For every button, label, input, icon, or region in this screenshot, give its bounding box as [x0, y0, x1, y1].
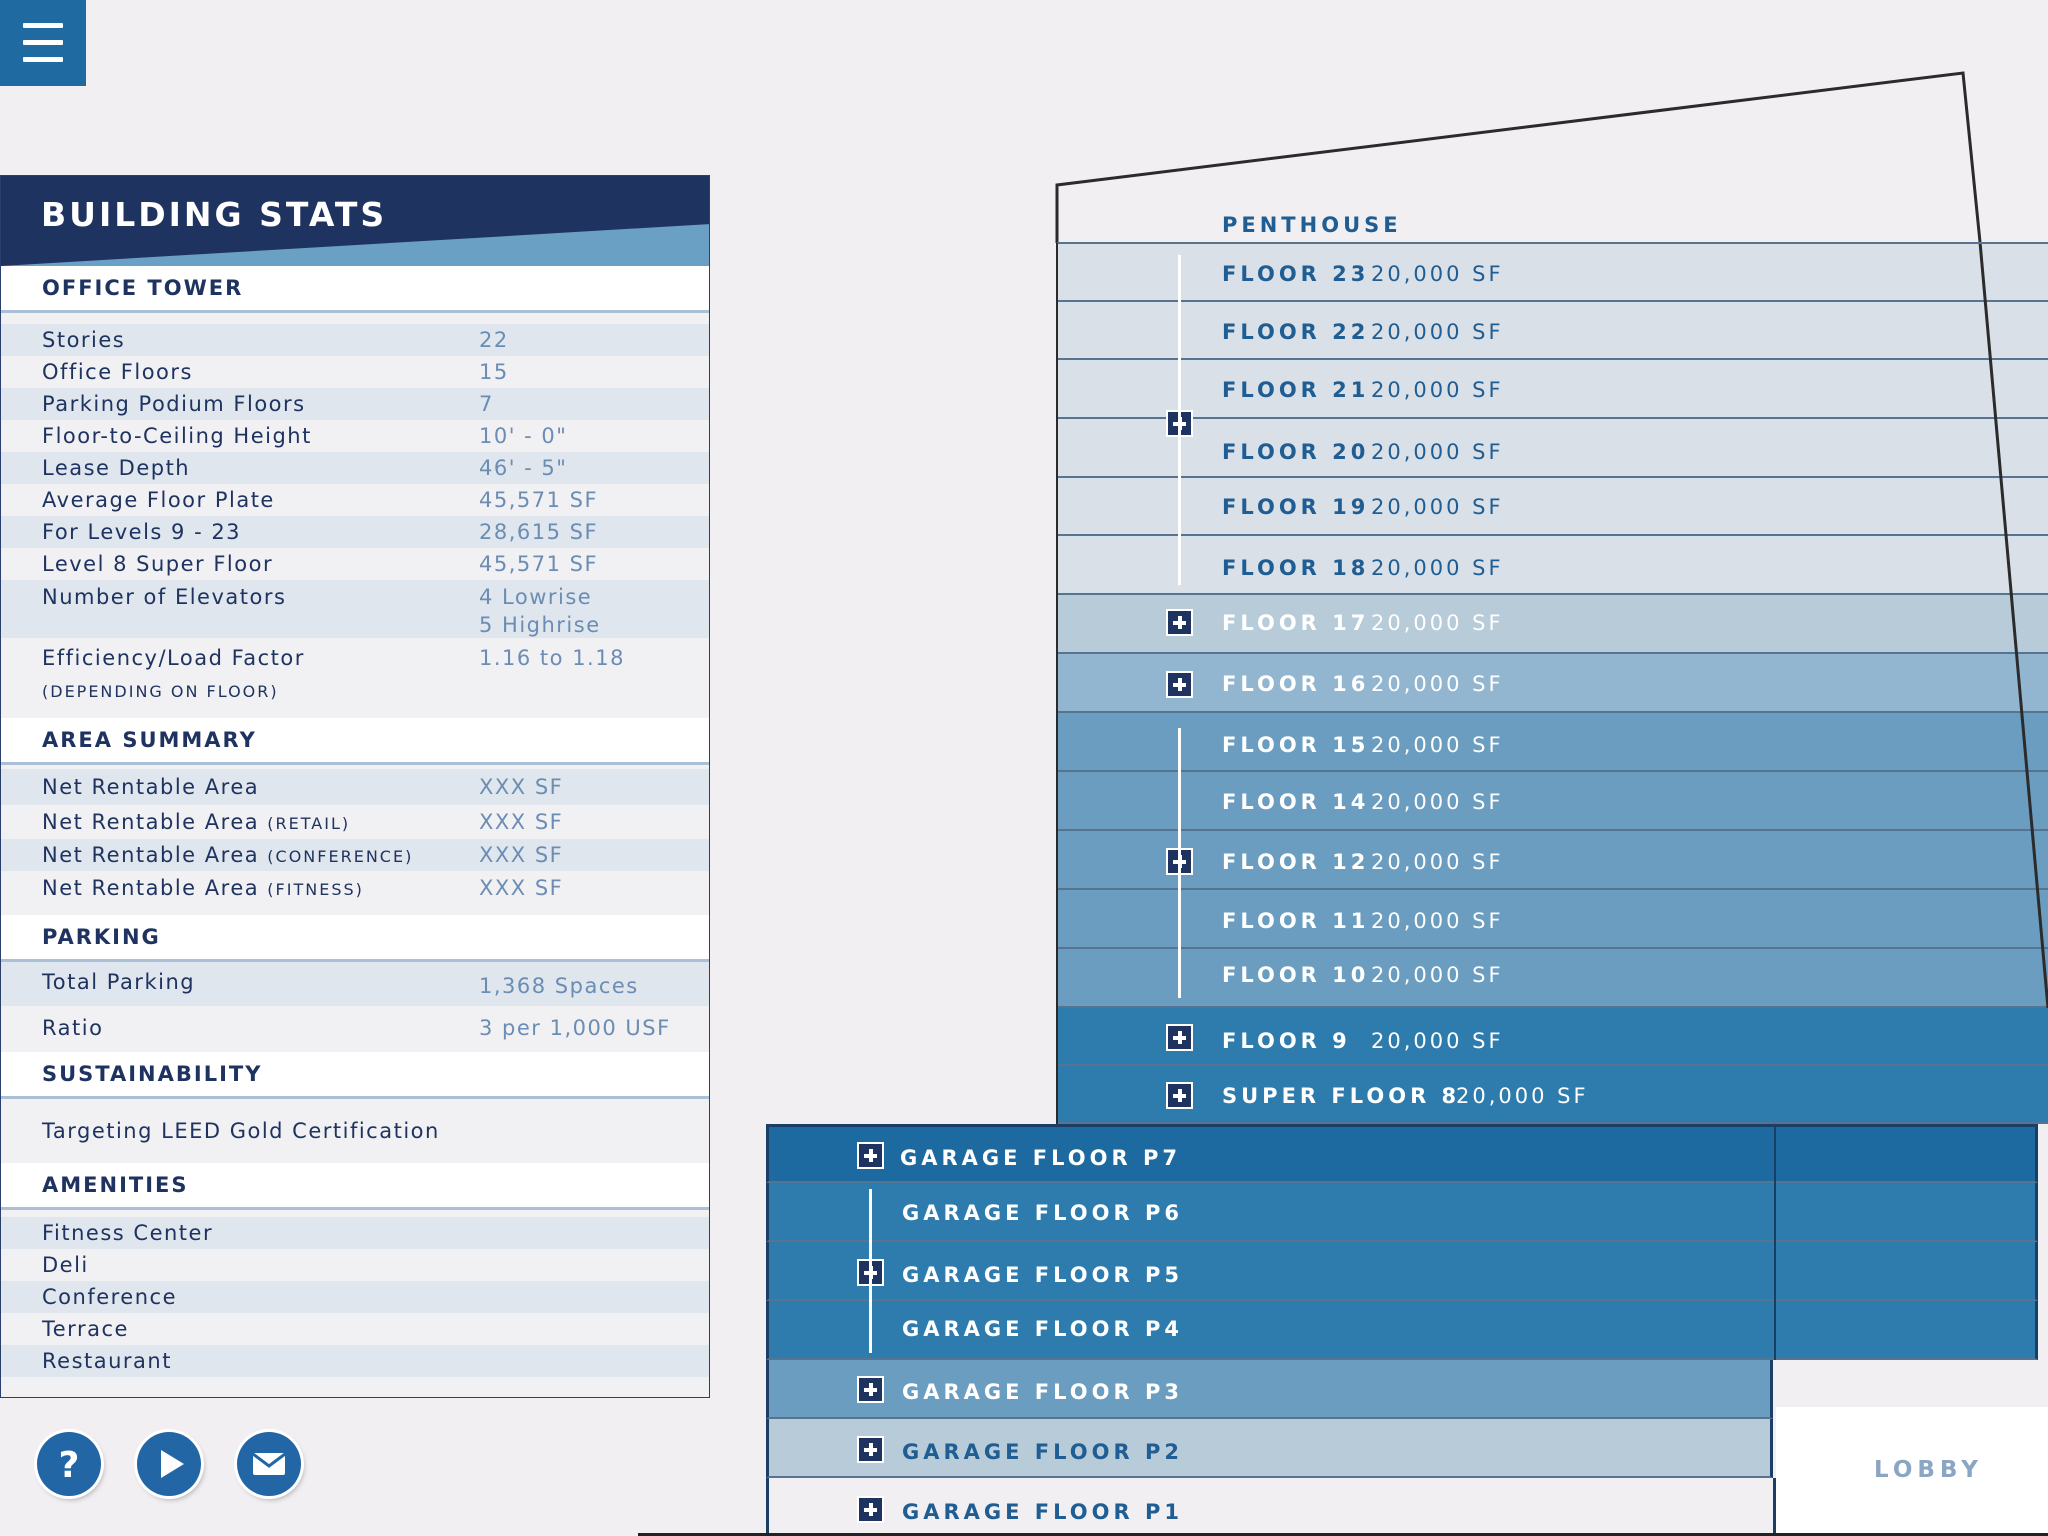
- floor-label: FLOOR 14: [1222, 790, 1370, 814]
- floor-label: FLOOR 9: [1222, 1029, 1351, 1053]
- floor-area: 20,000 SF: [1371, 262, 1504, 286]
- expand-plus-icon[interactable]: [1166, 1024, 1193, 1051]
- floor-label: FLOOR 22: [1222, 320, 1370, 344]
- floor-row[interactable]: [1056, 360, 2048, 419]
- floor-area: 20,000 SF: [1371, 909, 1504, 933]
- floor-label: FLOOR 15: [1222, 733, 1370, 757]
- garage-floor-label: GARAGE FLOOR P3: [902, 1380, 1183, 1404]
- floor-area: 20,000 SF: [1371, 495, 1504, 519]
- floor-row[interactable]: [1056, 831, 2048, 890]
- floor-label: FLOOR 18: [1222, 556, 1370, 580]
- floor-label: FLOOR 21: [1222, 378, 1370, 402]
- floor-row[interactable]: [1056, 949, 2048, 1008]
- garage-group-connector: [869, 1189, 872, 1353]
- floor-row[interactable]: [1056, 536, 2048, 595]
- penthouse-label: PENTHOUSE: [1222, 213, 1402, 237]
- lobby-area[interactable]: LOBBY: [1776, 1407, 2048, 1536]
- floor-area: 20,000 SF: [1371, 1029, 1504, 1053]
- garage-floor-label: GARAGE FLOOR P1: [902, 1500, 1183, 1524]
- floor-row[interactable]: [1056, 713, 2048, 772]
- floor-area: 20,000 SF: [1371, 850, 1504, 874]
- floor-label: FLOOR 17: [1222, 611, 1370, 635]
- expand-plus-icon[interactable]: [857, 1376, 884, 1403]
- floor-area: 20,000 SF: [1371, 963, 1504, 987]
- floor-label: FLOOR 20: [1222, 440, 1370, 464]
- floor-area: 20,000 SF: [1371, 733, 1504, 757]
- garage-floor-label: GARAGE FLOOR P7: [900, 1146, 1181, 1170]
- floor-area: 20,000 SF: [1371, 672, 1504, 696]
- floor-label: SUPER FLOOR 8: [1222, 1084, 1461, 1108]
- garage-floor-label: GARAGE FLOOR P2: [902, 1440, 1183, 1464]
- floor-label: FLOOR 19: [1222, 495, 1370, 519]
- floor-area: 20,000 SF: [1371, 611, 1504, 635]
- floor-label: FLOOR 10: [1222, 963, 1370, 987]
- garage-floor-label: GARAGE FLOOR P5: [902, 1263, 1183, 1287]
- floor-area: 20,000 SF: [1371, 320, 1504, 344]
- expand-plus-icon[interactable]: [857, 1496, 884, 1523]
- floor-label: FLOOR 11: [1222, 909, 1370, 933]
- lobby-label: LOBBY: [1874, 1457, 1983, 1483]
- floor-area: 20,000 SF: [1371, 556, 1504, 580]
- expand-plus-icon[interactable]: [857, 1436, 884, 1463]
- floor-area: 20,000 SF: [1371, 790, 1504, 814]
- floor-row[interactable]: [1056, 1008, 2048, 1066]
- floor-row[interactable]: [1056, 478, 2048, 536]
- expand-plus-icon[interactable]: [1166, 1082, 1193, 1109]
- floor-row[interactable]: [1056, 772, 2048, 831]
- floor-row[interactable]: [1056, 890, 2048, 949]
- expand-plus-icon[interactable]: [1166, 671, 1193, 698]
- garage-divider: [1774, 1124, 1776, 1360]
- garage-floor-label: GARAGE FLOOR P6: [902, 1201, 1183, 1225]
- expand-plus-icon[interactable]: [1166, 609, 1193, 636]
- floor-label: FLOOR 16: [1222, 672, 1370, 696]
- floor-group-connector: [1178, 255, 1181, 585]
- floor-label: FLOOR 23: [1222, 262, 1370, 286]
- expand-plus-icon[interactable]: [857, 1142, 884, 1169]
- floor-area: 20,000 SF: [1371, 440, 1504, 464]
- floor-label: FLOOR 12: [1222, 850, 1370, 874]
- floor-row[interactable]: [1056, 302, 2048, 360]
- garage-floor-label: GARAGE FLOOR P4: [902, 1317, 1183, 1341]
- floor-row[interactable]: [1056, 419, 2048, 478]
- floor-group-connector: [1178, 728, 1181, 998]
- floor-row[interactable]: [1056, 595, 2048, 654]
- floor-area: 20,000 SF: [1371, 378, 1504, 402]
- floor-row[interactable]: [1056, 654, 2048, 713]
- floor-area: 20,000 SF: [1456, 1084, 1589, 1108]
- floor-row[interactable]: [1056, 243, 2048, 302]
